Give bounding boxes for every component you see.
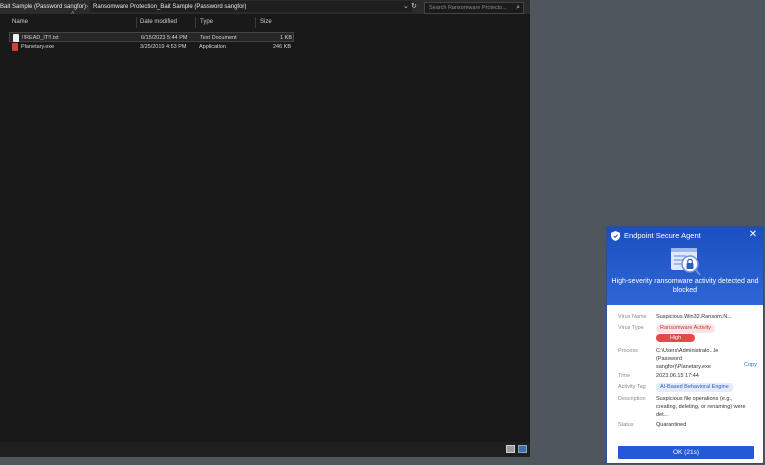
file-size: 246 KB [272,44,291,50]
virus-type-label: Virus Type [618,325,644,331]
status-label: Status [618,422,634,428]
file-date: 3/25/2019 4:53 PM [140,44,187,50]
breadcrumb-separator: › [86,4,88,10]
status-value: Quarantined [656,422,687,428]
process-label: Process [618,348,638,354]
refresh-icon[interactable]: ↻ [411,2,417,12]
column-header-type[interactable]: Type [200,16,213,28]
time-value: 2023.06.15 17:44 [656,373,699,379]
severity-badge: High [656,334,695,342]
file-row[interactable]: Planetary.exe 3/25/2019 4:53 PM Applicat… [9,42,294,52]
chevron-down-icon[interactable]: ⌄ [403,2,409,12]
popup-header: Endpoint Secure Agent ✕ High-severity ra… [607,227,763,305]
file-explorer-window: Bait Sample (Password sangfor) › Ransomw… [0,0,530,457]
file-row[interactable]: !!READ_IT!!.txt 6/15/2023 5:44 PM Text D… [9,32,294,42]
activity-tag-value: AI-Based Behavioral Engine [656,383,733,392]
details-view-button[interactable] [506,445,515,453]
column-divider[interactable] [136,17,137,28]
time-label: Time [618,373,631,379]
column-divider[interactable] [195,17,196,28]
security-alert-popup: Endpoint Secure Agent ✕ High-severity ra… [606,226,764,464]
activity-tag-label: Activity Tag [618,384,646,390]
description-value: Suspicious file operations (e.g., creati… [656,396,746,418]
search-icon[interactable]: ⌕ [516,3,520,13]
column-divider[interactable] [255,17,256,28]
copy-link[interactable]: Copy [744,361,757,369]
sort-ascending-icon: ˄ [71,11,75,17]
process-value: C:\Users\Administrato...le (Password san… [656,348,719,370]
breadcrumb-current[interactable]: Ransomware Protection_Bait Sample (Passw… [93,2,246,12]
virus-name-label: Virus Name [618,314,647,320]
close-icon[interactable]: ✕ [747,229,759,241]
file-name: Planetary.exe [21,44,55,50]
column-header-name[interactable]: Name [12,16,28,28]
column-header-date[interactable]: Date modified [140,16,177,28]
file-type: Application [199,44,226,50]
virus-type-tag: Ransomware Activity [656,324,716,333]
text-file-icon [13,34,19,42]
search-placeholder: Search Ransomware Protecto... [429,5,507,11]
ransomware-lock-illustration [671,248,701,276]
exe-file-icon [12,43,18,51]
column-header-size[interactable]: Size [260,16,272,28]
ok-button[interactable]: OK (21s) [618,446,754,459]
virus-name-value: Suspicious.Win32.Ransom.N... [656,314,732,320]
popup-title: Endpoint Secure Agent [624,231,701,240]
search-input[interactable]: Search Ransomware Protecto... ⌕ [424,2,524,14]
address-bar[interactable]: Bait Sample (Password sangfor) › Ransomw… [0,0,530,14]
alert-message: High-severity ransomware activity detect… [611,278,759,294]
breadcrumb-current-box[interactable]: Ransomware Protection_Bait Sample (Passw… [90,1,412,12]
shield-icon [611,231,620,241]
description-label: Description [618,396,646,402]
status-bar [0,442,530,457]
tiles-view-button[interactable] [518,445,527,453]
